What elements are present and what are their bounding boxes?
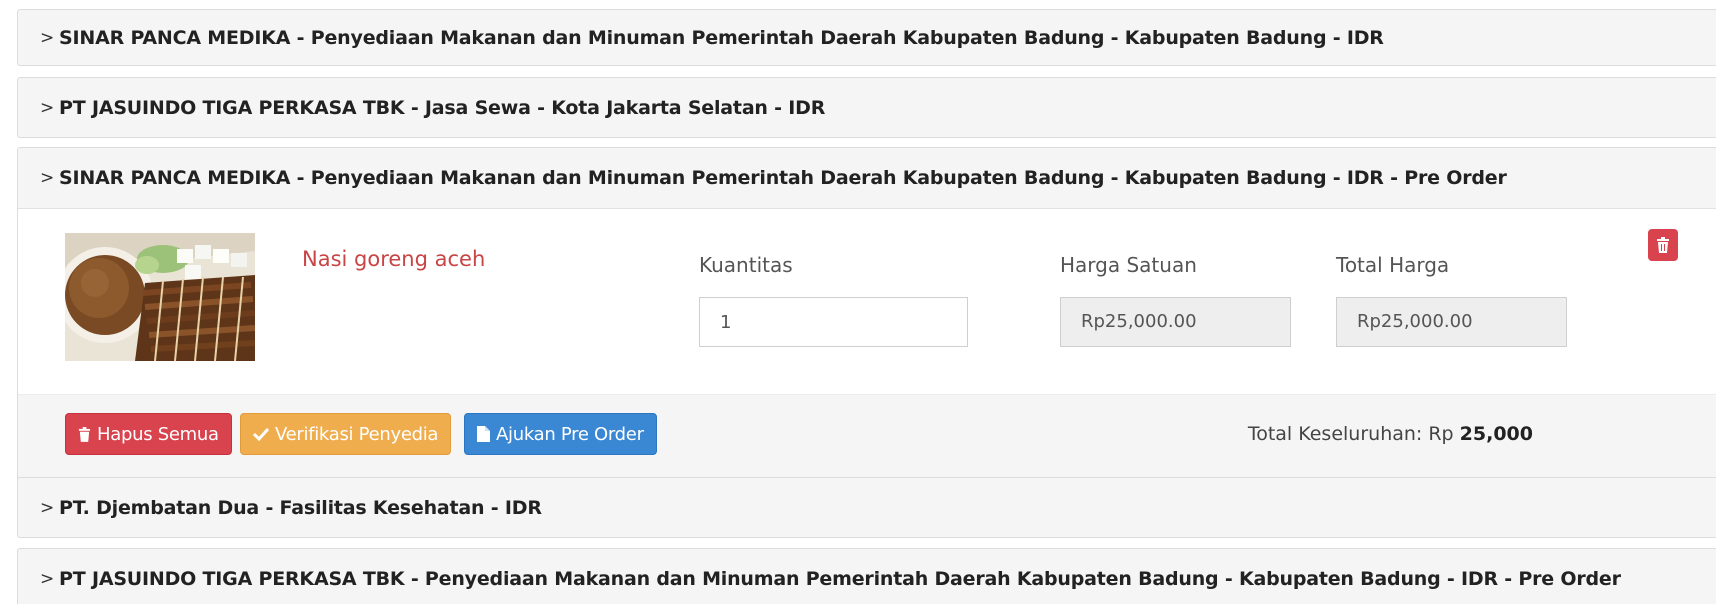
unit-price-label: Harga Satuan bbox=[1060, 253, 1197, 277]
verify-vendor-button[interactable]: Verifikasi Penyedia bbox=[240, 413, 452, 455]
vendor-panel: > PT. Djembatan Dua - Fasilitas Kesehata… bbox=[17, 477, 1716, 538]
chevron-right-icon: > bbox=[40, 27, 55, 48]
submit-preorder-button[interactable]: Ajukan Pre Order bbox=[464, 413, 657, 455]
product-name[interactable]: Nasi goreng aceh bbox=[302, 247, 485, 271]
product-image bbox=[65, 233, 255, 361]
chevron-right-icon: > bbox=[40, 168, 55, 188]
grand-total-amount: 25,000 bbox=[1459, 423, 1533, 445]
vendor-panel-expanded: > SINAR PANCA MEDIKA - Penyediaan Makana… bbox=[17, 147, 1716, 483]
vendor-panel-header[interactable]: > PT. Djembatan Dua - Fasilitas Kesehata… bbox=[18, 478, 1716, 537]
check-icon bbox=[253, 427, 269, 441]
chevron-right-icon: > bbox=[40, 568, 55, 589]
total-price-field: Rp25,000.00 bbox=[1336, 297, 1567, 347]
vendor-panel: > PT JASUINDO TIGA PERKASA TBK - Jasa Se… bbox=[17, 77, 1716, 138]
submit-preorder-label: Ajukan Pre Order bbox=[496, 423, 644, 445]
vendor-panel-title: SINAR PANCA MEDIKA - Penyediaan Makanan … bbox=[59, 167, 1507, 189]
cart-item-row: Nasi goreng aceh Kuantitas Harga Satuan … bbox=[18, 209, 1716, 394]
chevron-right-icon: > bbox=[40, 497, 55, 518]
vendor-panel-title: PT JASUINDO TIGA PERKASA TBK - Penyediaa… bbox=[59, 567, 1621, 590]
chevron-right-icon: > bbox=[40, 97, 55, 118]
unit-price-field: Rp25,000.00 bbox=[1060, 297, 1291, 347]
verify-vendor-label: Verifikasi Penyedia bbox=[275, 423, 439, 445]
trash-icon bbox=[1657, 237, 1669, 253]
grand-total: Total Keseluruhan: Rp 25,000 bbox=[1248, 423, 1533, 445]
vendor-panel-title: PT JASUINDO TIGA PERKASA TBK - Jasa Sewa… bbox=[59, 96, 826, 119]
cart-footer: Hapus Semua Verifikasi Penyedia Ajukan P… bbox=[18, 394, 1716, 482]
file-icon bbox=[477, 426, 490, 442]
quantity-label: Kuantitas bbox=[699, 253, 793, 277]
delete-item-button[interactable] bbox=[1648, 229, 1678, 261]
grand-total-label: Total Keseluruhan: Rp bbox=[1247, 423, 1454, 445]
total-price-label: Total Harga bbox=[1336, 253, 1450, 277]
quantity-input[interactable] bbox=[699, 297, 968, 347]
vendor-panel-header[interactable]: > PT JASUINDO TIGA PERKASA TBK - Jasa Se… bbox=[18, 78, 1716, 137]
vendor-panel: > PT JASUINDO TIGA PERKASA TBK - Penyedi… bbox=[17, 548, 1716, 604]
delete-all-label: Hapus Semua bbox=[97, 423, 219, 445]
vendor-panel-header[interactable]: > SINAR PANCA MEDIKA - Penyediaan Makana… bbox=[18, 10, 1716, 65]
vendor-panel-title: PT. Djembatan Dua - Fasilitas Kesehatan … bbox=[59, 496, 542, 519]
trash-icon bbox=[78, 426, 91, 442]
vendor-panel-title: SINAR PANCA MEDIKA - Penyediaan Makanan … bbox=[59, 26, 1384, 49]
vendor-panel-header[interactable]: > SINAR PANCA MEDIKA - Penyediaan Makana… bbox=[18, 148, 1716, 209]
vendor-panel: > SINAR PANCA MEDIKA - Penyediaan Makana… bbox=[17, 9, 1716, 66]
vendor-panel-header[interactable]: > PT JASUINDO TIGA PERKASA TBK - Penyedi… bbox=[18, 549, 1716, 604]
delete-all-button[interactable]: Hapus Semua bbox=[65, 413, 232, 455]
